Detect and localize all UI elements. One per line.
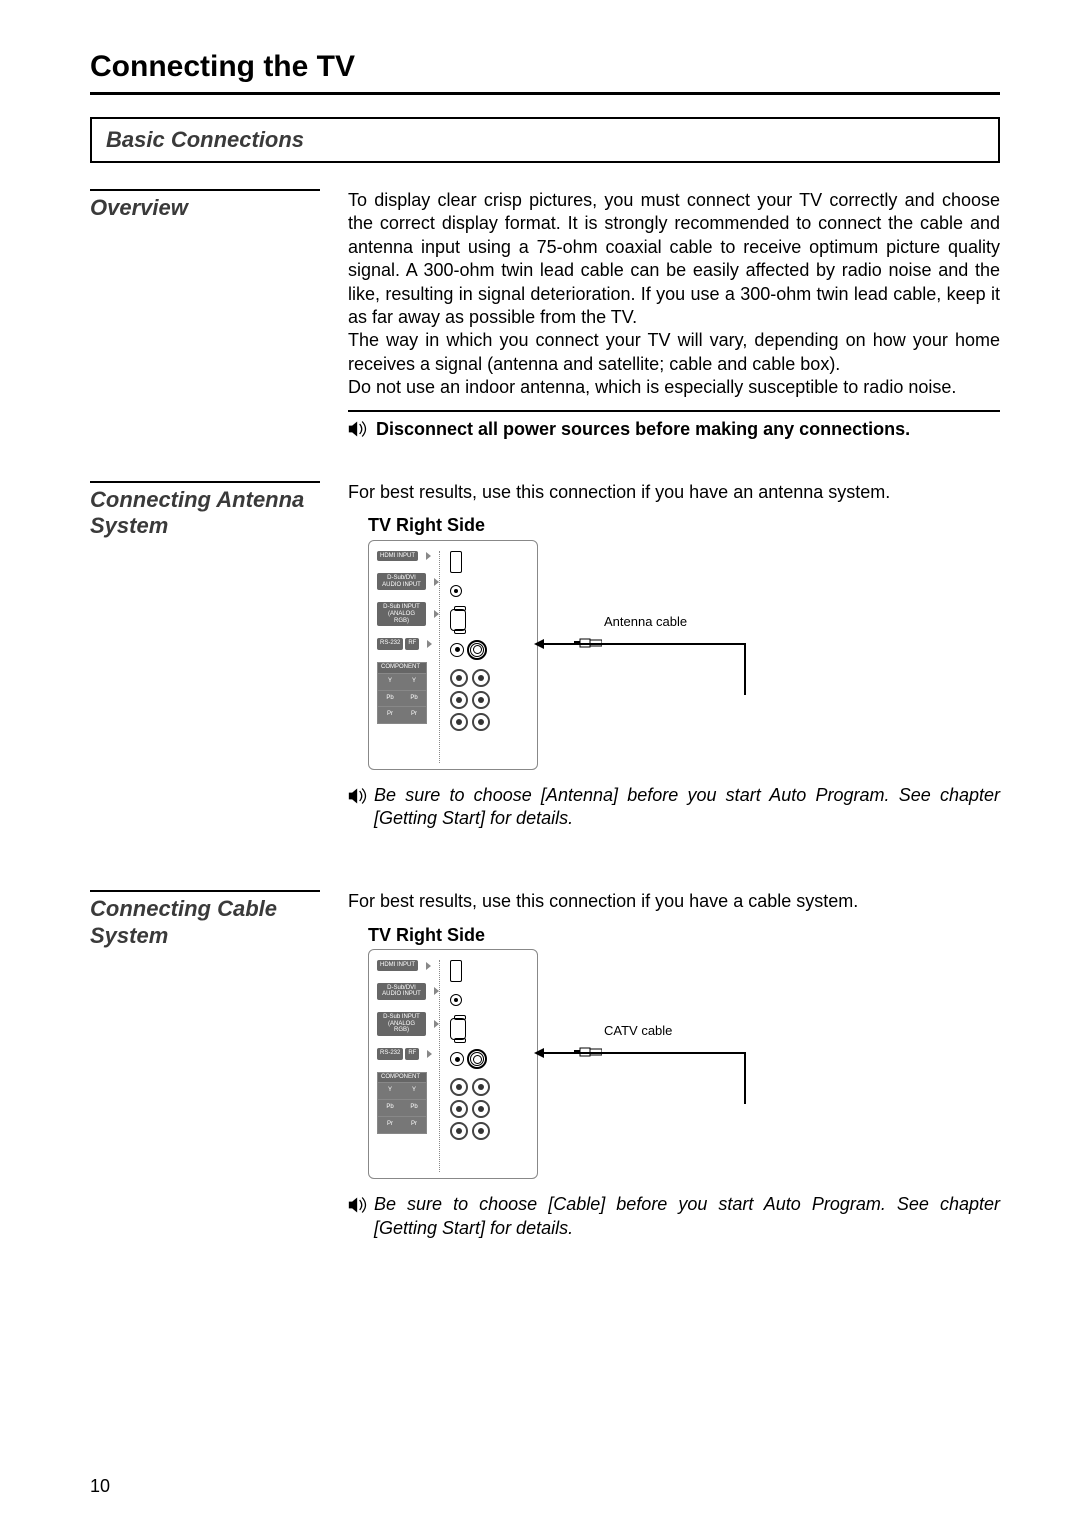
overview-para2: The way in which you connect your TV wil… <box>348 329 1000 376</box>
overview-heading: Overview <box>90 195 320 221</box>
triangle-icon <box>427 1050 432 1058</box>
rs232-port-icon <box>450 643 464 657</box>
dsub-port-icon <box>450 609 466 631</box>
overview-para3: Do not use an indoor antenna, which is e… <box>348 376 1000 399</box>
triangle-icon <box>426 552 431 560</box>
dsub-port-icon <box>450 1018 466 1040</box>
antenna-right: For best results, use this connection if… <box>348 481 1000 831</box>
rf-label: RF <box>405 1048 419 1060</box>
antenna-intro: For best results, use this connection if… <box>348 481 1000 504</box>
cable-left: Connecting Cable System <box>90 890 320 949</box>
basic-connections-box: Basic Connections <box>90 117 1000 163</box>
dsub-input-label: D-Sub INPUT (ANALOG RGB) <box>377 602 426 626</box>
hdmi-label: HDMI INPUT <box>377 551 418 562</box>
disconnect-row: Disconnect all power sources before maki… <box>348 418 1000 441</box>
cable-heading: Connecting Cable System <box>90 896 320 949</box>
cable-note-row: Be sure to choose [Cable] before you sta… <box>348 1193 1000 1240</box>
speaker-icon <box>348 787 368 805</box>
component-labels: COMPONENT YY PbPb PrPr <box>377 662 427 724</box>
rf-port-icon <box>470 643 484 657</box>
cable-section: Connecting Cable System For best results… <box>90 890 1000 1240</box>
rs232-port-icon <box>450 1052 464 1066</box>
antenna-port-panel: HDMI INPUT D-Sub/DVI AUDIO INPUT D-Sub I… <box>368 540 538 770</box>
overview-para1: To display clear crisp pictures, you mus… <box>348 189 1000 329</box>
dsub-audio-label: D-Sub/DVI AUDIO INPUT <box>377 573 426 590</box>
overview-section: Overview To display clear crisp pictures… <box>90 189 1000 441</box>
antenna-tv-side-title: TV Right Side <box>368 514 1000 537</box>
antenna-rule <box>90 481 320 483</box>
antenna-note: Be sure to choose [Antenna] before you s… <box>374 784 1000 831</box>
page-number: 10 <box>90 1476 110 1497</box>
antenna-left: Connecting Antenna System <box>90 481 320 540</box>
rf-label: RF <box>405 638 419 650</box>
hdmi-port-icon <box>450 960 462 982</box>
antenna-diagram: HDMI INPUT D-Sub/DVI AUDIO INPUT D-Sub I… <box>368 540 1000 770</box>
overview-rule <box>90 189 320 191</box>
audio-jack-icon <box>450 585 462 597</box>
page-title: Connecting the TV <box>90 50 1000 84</box>
component-ports <box>450 1078 531 1140</box>
rf-port-icon <box>470 1052 484 1066</box>
rs232-label: RS-232 <box>377 1048 403 1060</box>
catv-cable-label: CATV cable <box>604 1023 672 1040</box>
speaker-icon <box>348 420 368 438</box>
component-ports <box>450 669 531 731</box>
antenna-cable-label: Antenna cable <box>604 614 687 631</box>
cable-right: For best results, use this connection if… <box>348 890 1000 1240</box>
antenna-note-row: Be sure to choose [Antenna] before you s… <box>348 784 1000 831</box>
overview-right: To display clear crisp pictures, you mus… <box>348 189 1000 441</box>
cable-line <box>536 643 746 693</box>
antenna-section: Connecting Antenna System For best resul… <box>90 481 1000 831</box>
basic-connections-heading: Basic Connections <box>106 127 984 153</box>
rs232-label: RS-232 <box>377 638 403 650</box>
cable-diagram: HDMI INPUT D-Sub/DVI AUDIO INPUT D-Sub I… <box>368 949 1000 1179</box>
triangle-icon <box>427 640 432 648</box>
cable-tv-side-title: TV Right Side <box>368 924 1000 947</box>
antenna-heading: Connecting Antenna System <box>90 487 320 540</box>
dsub-input-label: D-Sub INPUT (ANALOG RGB) <box>377 1012 426 1036</box>
hdmi-port-icon <box>450 551 462 573</box>
disconnect-text: Disconnect all power sources before maki… <box>376 418 910 441</box>
title-rule <box>90 92 1000 95</box>
overview-left: Overview <box>90 189 320 221</box>
cable-note: Be sure to choose [Cable] before you sta… <box>374 1193 1000 1240</box>
triangle-icon <box>426 962 431 970</box>
hdmi-label: HDMI INPUT <box>377 960 418 971</box>
cable-line <box>536 1052 746 1102</box>
audio-jack-icon <box>450 994 462 1006</box>
cable-rule <box>90 890 320 892</box>
cable-port-panel: HDMI INPUT D-Sub/DVI AUDIO INPUT D-Sub I… <box>368 949 538 1179</box>
cable-intro: For best results, use this connection if… <box>348 890 1000 913</box>
dsub-audio-label: D-Sub/DVI AUDIO INPUT <box>377 983 426 1000</box>
component-labels: COMPONENT YY PbPb PrPr <box>377 1072 427 1134</box>
disconnect-rule <box>348 410 1000 412</box>
speaker-icon <box>348 1196 368 1214</box>
